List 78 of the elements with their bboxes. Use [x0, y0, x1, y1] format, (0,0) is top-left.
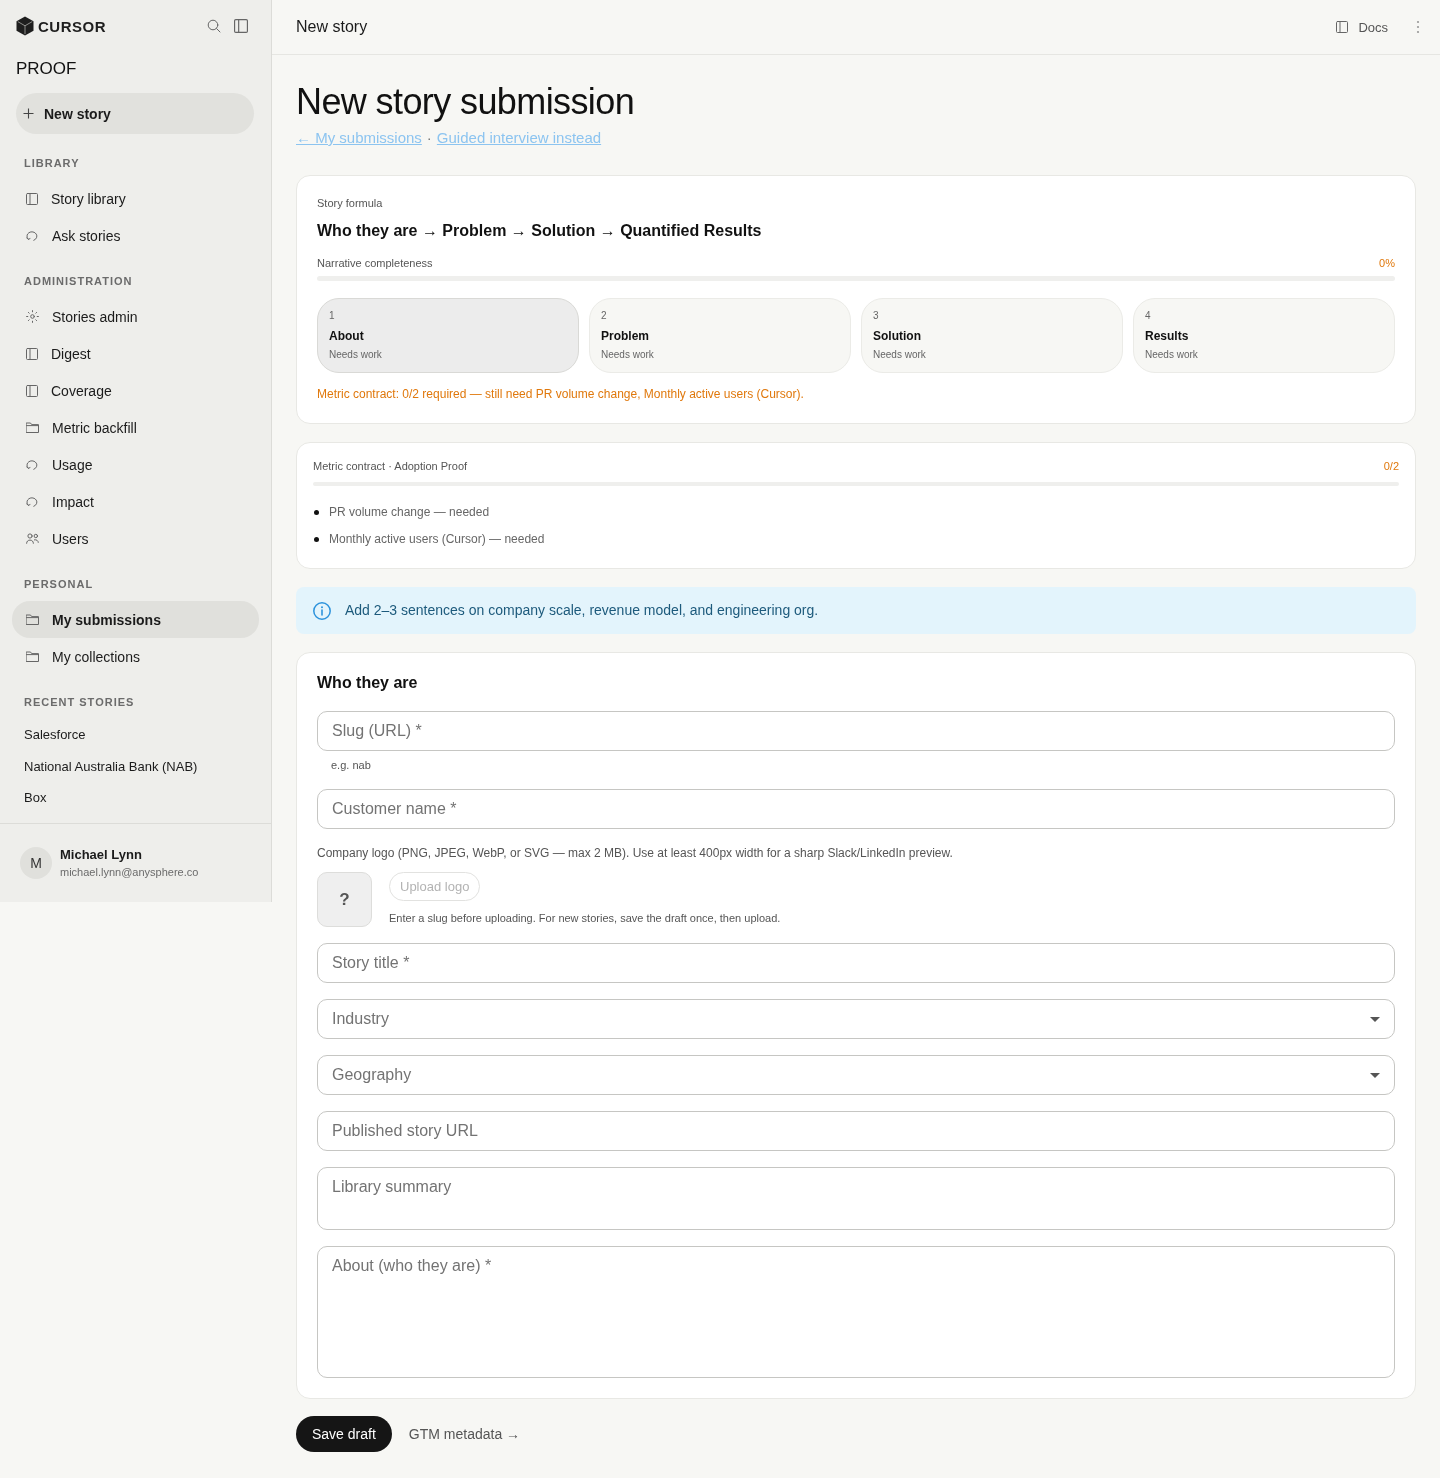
user-name: Michael Lynn — [60, 845, 142, 863]
progress-reading: 0% — [1379, 256, 1395, 270]
section-heading: PERSONAL — [24, 577, 94, 591]
user-email: michael.lynn@anysphere.co — [60, 864, 199, 880]
plus-icon — [23, 108, 34, 119]
loop-icon — [26, 230, 39, 241]
section-label: Story formula — [317, 196, 383, 210]
nav-item[interactable]: Ask stories — [12, 217, 259, 254]
step-tab[interactable]: 2 Problem Needs work — [589, 298, 851, 373]
save-draft-button[interactable]: Save draft — [296, 1416, 392, 1452]
select-field[interactable]: Geography — [317, 1055, 1395, 1095]
list-item-text: PR volume change — needed — [329, 504, 490, 521]
bullet-icon — [314, 509, 319, 515]
recent-story-link[interactable]: National Australia Bank (NAB) — [0, 750, 271, 782]
nav-item[interactable]: Coverage — [12, 372, 259, 409]
placeholder-glyph: ? — [339, 889, 350, 910]
info-message: Add 2–3 sentences on company scale, revenue model, and engineering org. — [345, 601, 819, 620]
input-field[interactable]: Published story URL — [317, 1111, 1395, 1151]
hint-text: Enter a slug before uploading. For new stories, save the draft once, then upload. — [389, 911, 781, 925]
caret-icon — [1370, 1072, 1380, 1078]
helper-text: e.g. nab — [331, 758, 371, 773]
progress-label: Narrative completeness — [317, 256, 433, 270]
loop-icon — [26, 496, 39, 507]
formula-title: Who they are → Problem → Solution → Quantified Results — [317, 221, 762, 241]
nav-item[interactable]: Stories admin — [12, 298, 259, 335]
nav-item[interactable]: Story library — [12, 180, 259, 217]
folder-icon — [26, 651, 39, 662]
panel-icon[interactable] — [234, 19, 248, 33]
form-section-title: Who they are — [317, 673, 418, 693]
section-heading: ADMINISTRATION — [24, 274, 133, 288]
nav-item[interactable]: Metric backfill — [12, 409, 259, 446]
docs-button[interactable]: Docs — [1334, 15, 1390, 39]
field-label: Company logo (PNG, JPEG, WebP, or SVG — max 2 MB). Use at least 400px width for a sharp Slack/LinkedIn preview. — [317, 845, 953, 861]
nav-item[interactable]: Users — [12, 520, 259, 557]
search-icon[interactable] — [207, 19, 221, 33]
cube-icon — [16, 16, 34, 36]
page-title: New story — [296, 18, 368, 36]
text-area[interactable]: About (who they are) * — [317, 1246, 1395, 1378]
section-heading: RECENT STORIES — [24, 695, 135, 709]
caret-icon — [1370, 1016, 1380, 1022]
section-heading: LIBRARY — [24, 156, 80, 170]
progress-reading: 0/2 — [1383, 459, 1399, 473]
input-field[interactable]: Customer name * — [317, 789, 1395, 829]
list-item-text: Monthly active users (Cursor) — needed — [329, 531, 545, 548]
new-story-button[interactable]: New story — [16, 93, 254, 134]
page-heading: New story submission — [296, 80, 635, 124]
nav-item[interactable]: Impact — [12, 483, 259, 520]
panel-icon — [26, 347, 38, 360]
step-tab[interactable]: 1 About Needs work — [317, 298, 579, 373]
recent-story-link[interactable]: Salesforce — [0, 719, 271, 751]
warning-text: Metric contract: 0/2 required — still need PR volume change, Monthly active users (Cursor). — [317, 386, 804, 402]
select-field[interactable]: Industry — [317, 999, 1395, 1039]
input-field[interactable]: Story title * — [317, 943, 1395, 983]
brand-logo: CURSOR — [38, 17, 106, 35]
info-icon — [313, 601, 331, 620]
nav-item[interactable]: Usage — [12, 446, 259, 483]
folder-icon — [26, 422, 39, 433]
input-field[interactable]: Slug (URL) * — [317, 711, 1395, 751]
people-icon — [26, 533, 39, 544]
nav-item[interactable]: My submissions — [12, 601, 259, 638]
next-step-link[interactable]: GTM metadata → — [408, 1422, 521, 1446]
card-title: Metric contract · Adoption Proof — [313, 459, 468, 473]
folder-icon — [26, 614, 39, 625]
panel-icon — [1336, 21, 1349, 33]
step-tab[interactable]: 4 Results Needs work — [1133, 298, 1395, 373]
step-tab[interactable]: 3 Solution Needs work — [861, 298, 1123, 373]
separator-text: · — [426, 128, 432, 148]
panel-icon — [26, 192, 38, 205]
recent-story-link[interactable]: Box — [0, 782, 271, 814]
nav-item[interactable]: My collections — [12, 638, 259, 675]
loop-icon — [26, 459, 39, 470]
panel-icon — [26, 384, 38, 397]
bullet-icon — [314, 536, 319, 542]
text-area[interactable]: Library summary — [317, 1167, 1395, 1230]
avatar: M — [20, 846, 52, 879]
product-title: PROOF — [16, 58, 77, 80]
nav-item[interactable]: Digest — [12, 335, 259, 372]
sun-icon — [26, 310, 39, 323]
